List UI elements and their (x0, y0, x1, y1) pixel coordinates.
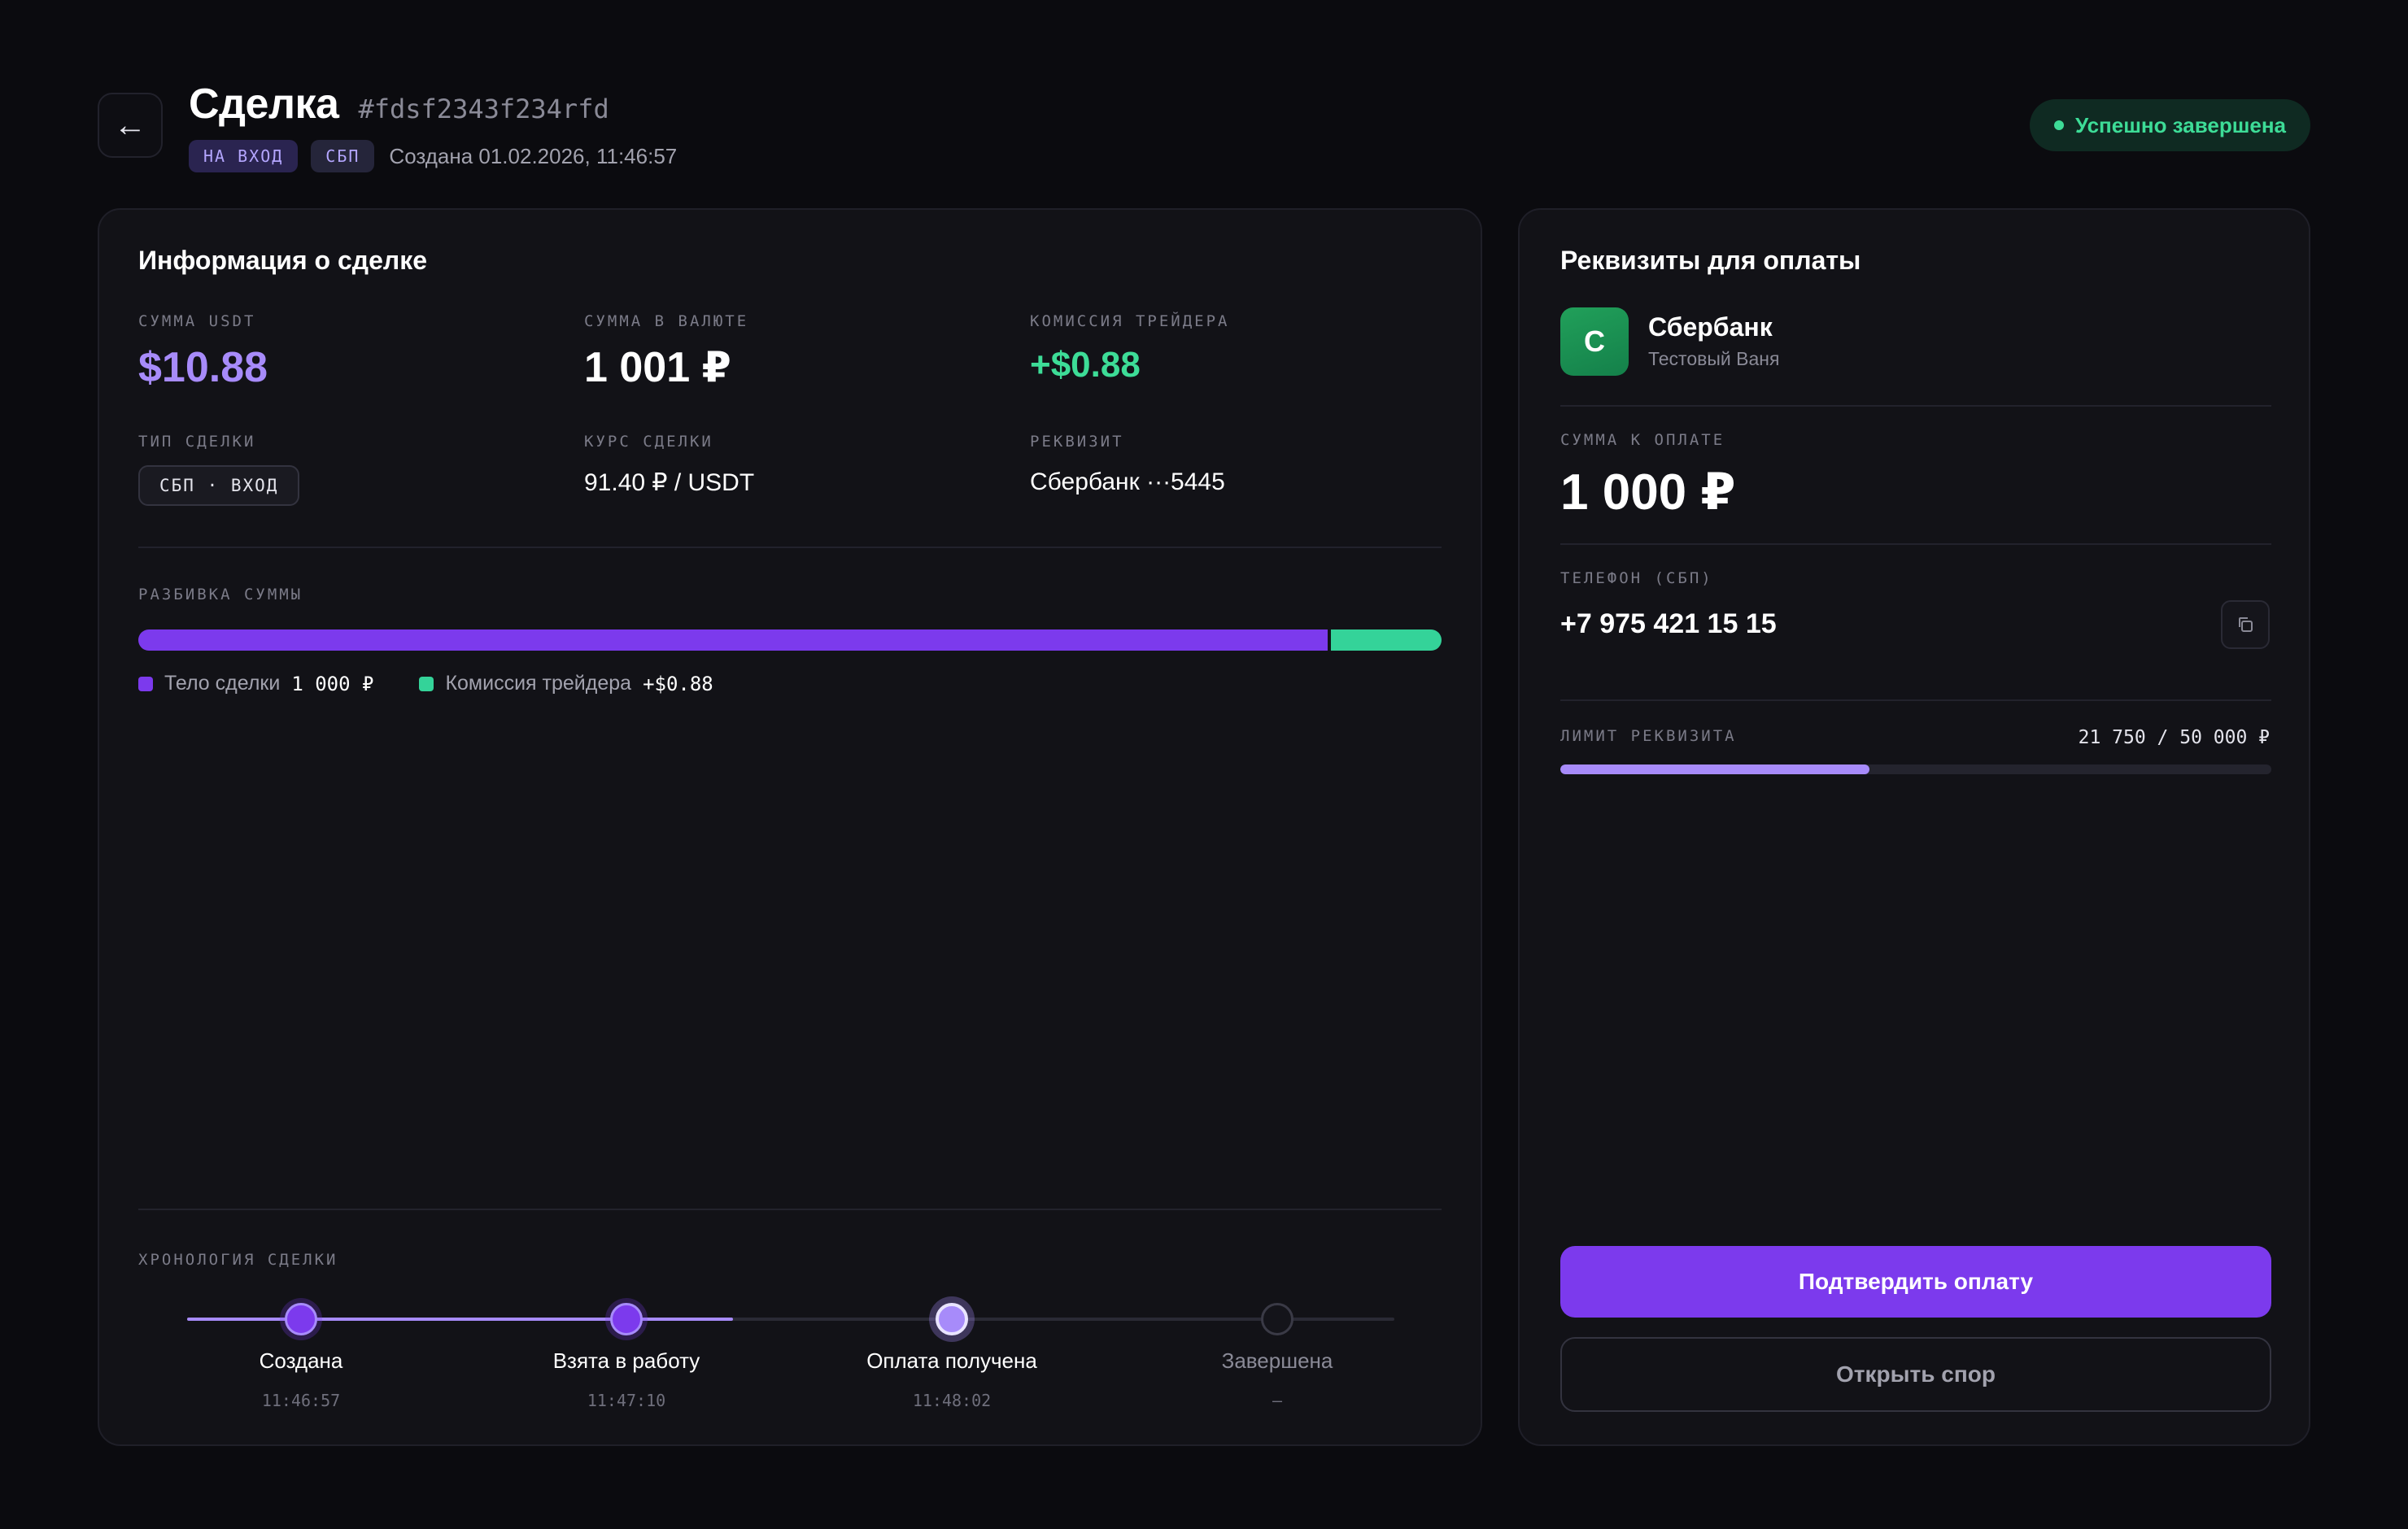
trader-fee-label: КОМИССИЯ ТРЕЙДЕРА (1030, 312, 1230, 330)
deal-id: #fdsf2343f234rfd (358, 94, 609, 124)
breakdown-body-segment (138, 629, 1328, 651)
timeline-step-paid-time: 11:48:02 (912, 1391, 992, 1410)
divider (138, 1209, 1442, 1210)
exchange-rate-label: КУРС СДЕЛКИ (584, 433, 713, 451)
deal-info-card: Информация о сделке СУММА USDT $10.88 СУ… (98, 208, 1482, 1446)
status-dot-icon (2054, 120, 2065, 130)
usdt-amount-value: $10.88 (138, 344, 268, 391)
page-title: Сделка (189, 81, 339, 128)
timeline-step-in-progress-dot (610, 1303, 643, 1335)
timeline-step-created-label: Создана (259, 1348, 343, 1373)
usdt-amount-label: СУММА USDT (138, 312, 256, 330)
breakdown-legend: Тело сделки 1 000 ₽ Комиссия трейдера +$… (138, 672, 713, 695)
breakdown-bar (138, 629, 1442, 651)
created-timestamp: Создана 01.02.2026, 11:46:57 (389, 143, 678, 168)
amount-due-label: СУММА К ОПЛАТЕ (1560, 431, 1725, 449)
timeline-step-completed-label: Завершена (1221, 1348, 1333, 1373)
bank-logo: С (1560, 307, 1629, 376)
breakdown-fee-segment (1331, 629, 1442, 651)
account-holder: Тестовый Ваня (1648, 348, 1780, 369)
copy-phone-button[interactable] (2221, 600, 2270, 649)
timeline-step-created-dot (285, 1303, 317, 1335)
divider (1560, 405, 2271, 407)
trader-fee-value: +$0.88 (1030, 345, 1141, 385)
legend-fee-swatch (419, 676, 434, 691)
timeline-step-completed-dot (1261, 1303, 1293, 1335)
timeline-label: ХРОНОЛОГИЯ СДЕЛКИ (138, 1251, 338, 1269)
legend-fee-label: Комиссия трейдера (445, 672, 632, 695)
timeline-step-completed-time: — (1272, 1391, 1283, 1410)
limit-label: ЛИМИТ РЕКВИЗИТА (1560, 727, 1737, 745)
limit-progress-fill (1560, 764, 1870, 774)
phone-label: ТЕЛЕФОН (СБП) (1560, 569, 1713, 587)
legend-body-value: 1 000 ₽ (291, 672, 374, 695)
confirm-payment-button[interactable]: Подтвердить оплату (1560, 1246, 2271, 1318)
arrow-left-icon: ← (114, 107, 146, 143)
timeline-step-in-progress-time: 11:47:10 (587, 1391, 666, 1410)
divider (1560, 699, 2271, 701)
currency-amount-value: 1 001 ₽ (584, 344, 731, 391)
exchange-rate-value: 91.40 ₽ / USDT (584, 469, 755, 496)
timeline-step-paid-dot (936, 1303, 968, 1335)
requisite-value: Сбербанк ···5445 (1030, 468, 1225, 495)
timeline-step-created-time: 11:46:57 (261, 1391, 341, 1410)
legend-fee-value: +$0.88 (643, 672, 713, 695)
amount-due-value: 1 000 ₽ (1560, 464, 1736, 521)
deal-info-title: Информация о сделке (138, 246, 428, 275)
limit-progress-track (1560, 764, 2271, 774)
phone-value: +7 975 421 15 15 (1560, 608, 1777, 639)
bank-name: Сбербанк (1648, 312, 1773, 342)
deal-type-chip: СБП · ВХОД (138, 465, 300, 506)
timeline-progress (187, 1318, 733, 1321)
status-text: Успешно завершена (2075, 112, 2286, 137)
breakdown-label: РАЗБИВКА СУММЫ (138, 586, 303, 603)
divider (138, 547, 1442, 548)
timeline-step-in-progress-label: Взята в работу (552, 1348, 700, 1373)
status-badge: Успешно завершена (2030, 99, 2310, 151)
method-badge: СБП (311, 140, 375, 172)
payment-details-card: Реквизиты для оплаты С Сбербанк Тестовый… (1518, 208, 2310, 1446)
legend-body-swatch (138, 676, 153, 691)
direction-badge: НА ВХОД (189, 140, 299, 172)
requisite-label: РЕКВИЗИТ (1030, 433, 1124, 451)
page-header: Сделка #fdsf2343f234rfd НА ВХОД СБП Созд… (189, 80, 677, 172)
limit-value: 21 750 / 50 000 ₽ (2078, 727, 2270, 748)
payment-details-title: Реквизиты для оплаты (1560, 246, 1861, 275)
timeline-step-paid-label: Оплата получена (866, 1348, 1037, 1373)
copy-icon (2239, 617, 2253, 632)
currency-amount-label: СУММА В ВАЛЮТЕ (584, 312, 749, 330)
deal-type-label: ТИП СДЕЛКИ (138, 433, 256, 451)
open-dispute-button[interactable]: Открыть спор (1560, 1337, 2271, 1412)
back-button[interactable]: ← (98, 93, 163, 158)
legend-body-label: Тело сделки (164, 672, 281, 695)
divider (1560, 543, 2271, 545)
